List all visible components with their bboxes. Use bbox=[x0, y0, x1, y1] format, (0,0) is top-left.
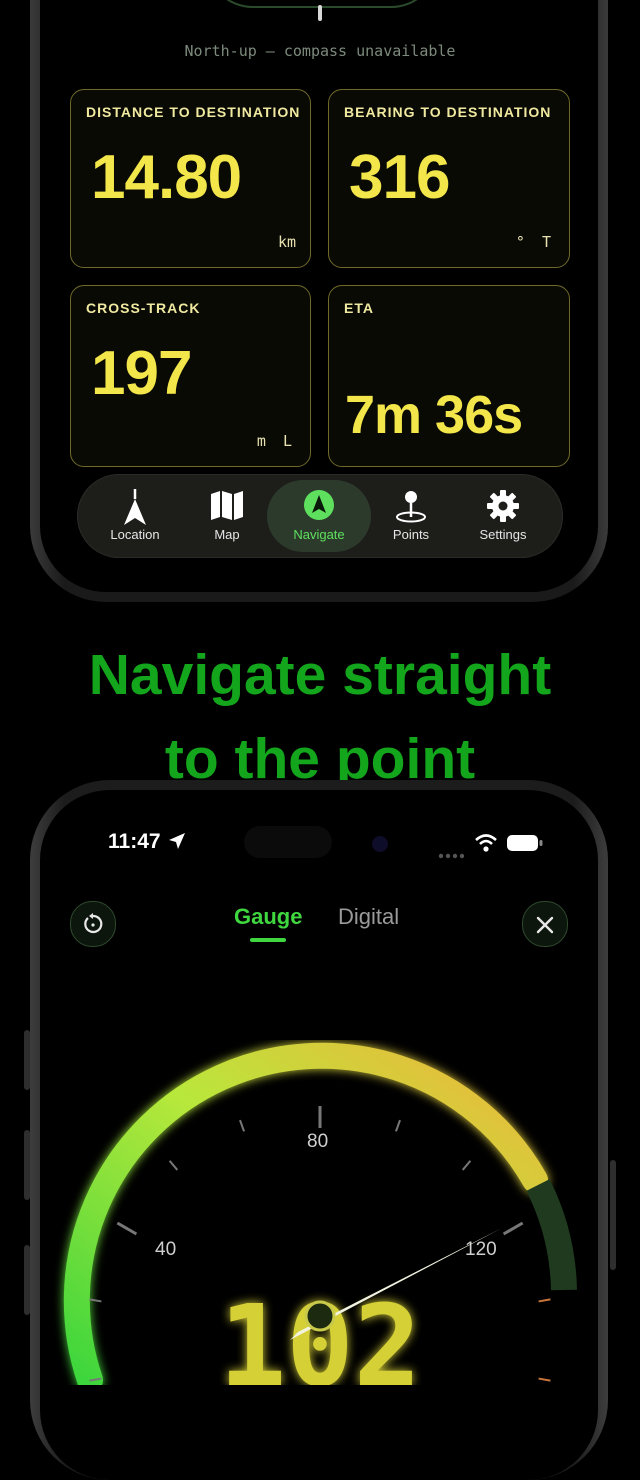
active-tab-indicator bbox=[250, 938, 287, 942]
card-label: ETA bbox=[344, 300, 374, 316]
card-value: 7m 36s bbox=[345, 385, 523, 445]
gauge-label-40: 40 bbox=[155, 1239, 176, 1260]
action-button bbox=[24, 1030, 30, 1090]
gauge-tick bbox=[168, 1160, 179, 1171]
gauge-inactive-arc bbox=[526, 1179, 577, 1291]
tab-location[interactable]: Location bbox=[89, 474, 181, 558]
tab-label: Map bbox=[214, 527, 240, 542]
status-time: 11:47 bbox=[108, 830, 186, 854]
tab-points[interactable]: Points bbox=[365, 474, 457, 558]
signal-dots-icon bbox=[438, 846, 466, 864]
tab-label: Points bbox=[392, 527, 430, 542]
tab-bar: Location Map Navigate Points Settings bbox=[77, 474, 563, 558]
tab-map[interactable]: Map bbox=[181, 474, 273, 558]
status-time-text: 11:47 bbox=[108, 830, 161, 853]
tab-label: Navigate bbox=[293, 527, 345, 542]
tab-digital[interactable]: Digital bbox=[338, 904, 399, 930]
location-services-icon bbox=[169, 833, 186, 849]
digital-speed-readout: 102 bbox=[219, 1282, 421, 1385]
tab-digital-label: Digital bbox=[338, 904, 400, 929]
close-icon bbox=[536, 916, 554, 934]
front-camera bbox=[372, 836, 388, 852]
gauge-tick bbox=[538, 1298, 551, 1303]
volume-down-button bbox=[24, 1245, 30, 1315]
dynamic-island bbox=[244, 826, 332, 858]
compass-heading-tick bbox=[318, 5, 322, 21]
location-arrow-icon bbox=[122, 489, 148, 532]
gear-icon bbox=[486, 489, 520, 528]
cross-track-card: CROSS-TRACK 197 m L bbox=[70, 285, 311, 467]
map-icon bbox=[210, 489, 244, 526]
card-label: CROSS-TRACK bbox=[86, 300, 201, 316]
gauge-tick bbox=[239, 1119, 246, 1132]
needle-hub bbox=[304, 1300, 336, 1332]
gauge-tick bbox=[538, 1377, 551, 1382]
navigate-icon bbox=[303, 489, 335, 526]
distance-card: DISTANCE TO DESTINATION 14.80 km bbox=[70, 89, 311, 268]
tab-label: Location bbox=[110, 527, 160, 542]
card-unit: km bbox=[277, 233, 296, 251]
eta-card: ETA 7m 36s bbox=[328, 285, 570, 467]
card-value: 316 bbox=[349, 143, 450, 212]
pin-icon bbox=[394, 489, 428, 528]
gauge-label-80: 80 bbox=[307, 1131, 328, 1152]
card-value: 14.80 bbox=[91, 143, 242, 212]
headline-line-1: Navigate straight bbox=[88, 643, 552, 707]
card-label: BEARING TO DESTINATION bbox=[344, 104, 552, 120]
card-value: 197 bbox=[91, 339, 192, 408]
power-button bbox=[610, 1160, 616, 1270]
gauge-tick bbox=[89, 1298, 102, 1303]
volume-up-button bbox=[24, 1130, 30, 1200]
gauge-tick bbox=[116, 1221, 138, 1236]
card-unit: ° T bbox=[515, 233, 555, 251]
gauge-label-120: 120 bbox=[465, 1239, 497, 1260]
tab-gauge[interactable]: Gauge bbox=[234, 904, 302, 942]
reset-button[interactable] bbox=[70, 901, 116, 947]
speed-gauge: 40 80 120 102 bbox=[63, 1042, 577, 1385]
tab-navigate[interactable]: Navigate bbox=[267, 474, 371, 558]
bearing-card: BEARING TO DESTINATION 316 ° T bbox=[328, 89, 570, 268]
card-label: DISTANCE TO DESTINATION bbox=[86, 104, 301, 120]
card-unit: m L bbox=[256, 432, 296, 450]
reset-icon bbox=[84, 913, 103, 934]
tab-label: Settings bbox=[479, 527, 527, 542]
wifi-icon bbox=[474, 833, 498, 858]
gauge-tick bbox=[461, 1160, 472, 1171]
tab-gauge-label: Gauge bbox=[234, 904, 303, 929]
close-button[interactable] bbox=[522, 901, 568, 947]
battery-icon bbox=[506, 834, 544, 857]
tab-settings[interactable]: Settings bbox=[457, 474, 549, 558]
gauge-tick bbox=[394, 1119, 401, 1132]
gauge-tick bbox=[502, 1221, 524, 1236]
compass-note: North-up — compass unavailable bbox=[184, 42, 456, 60]
